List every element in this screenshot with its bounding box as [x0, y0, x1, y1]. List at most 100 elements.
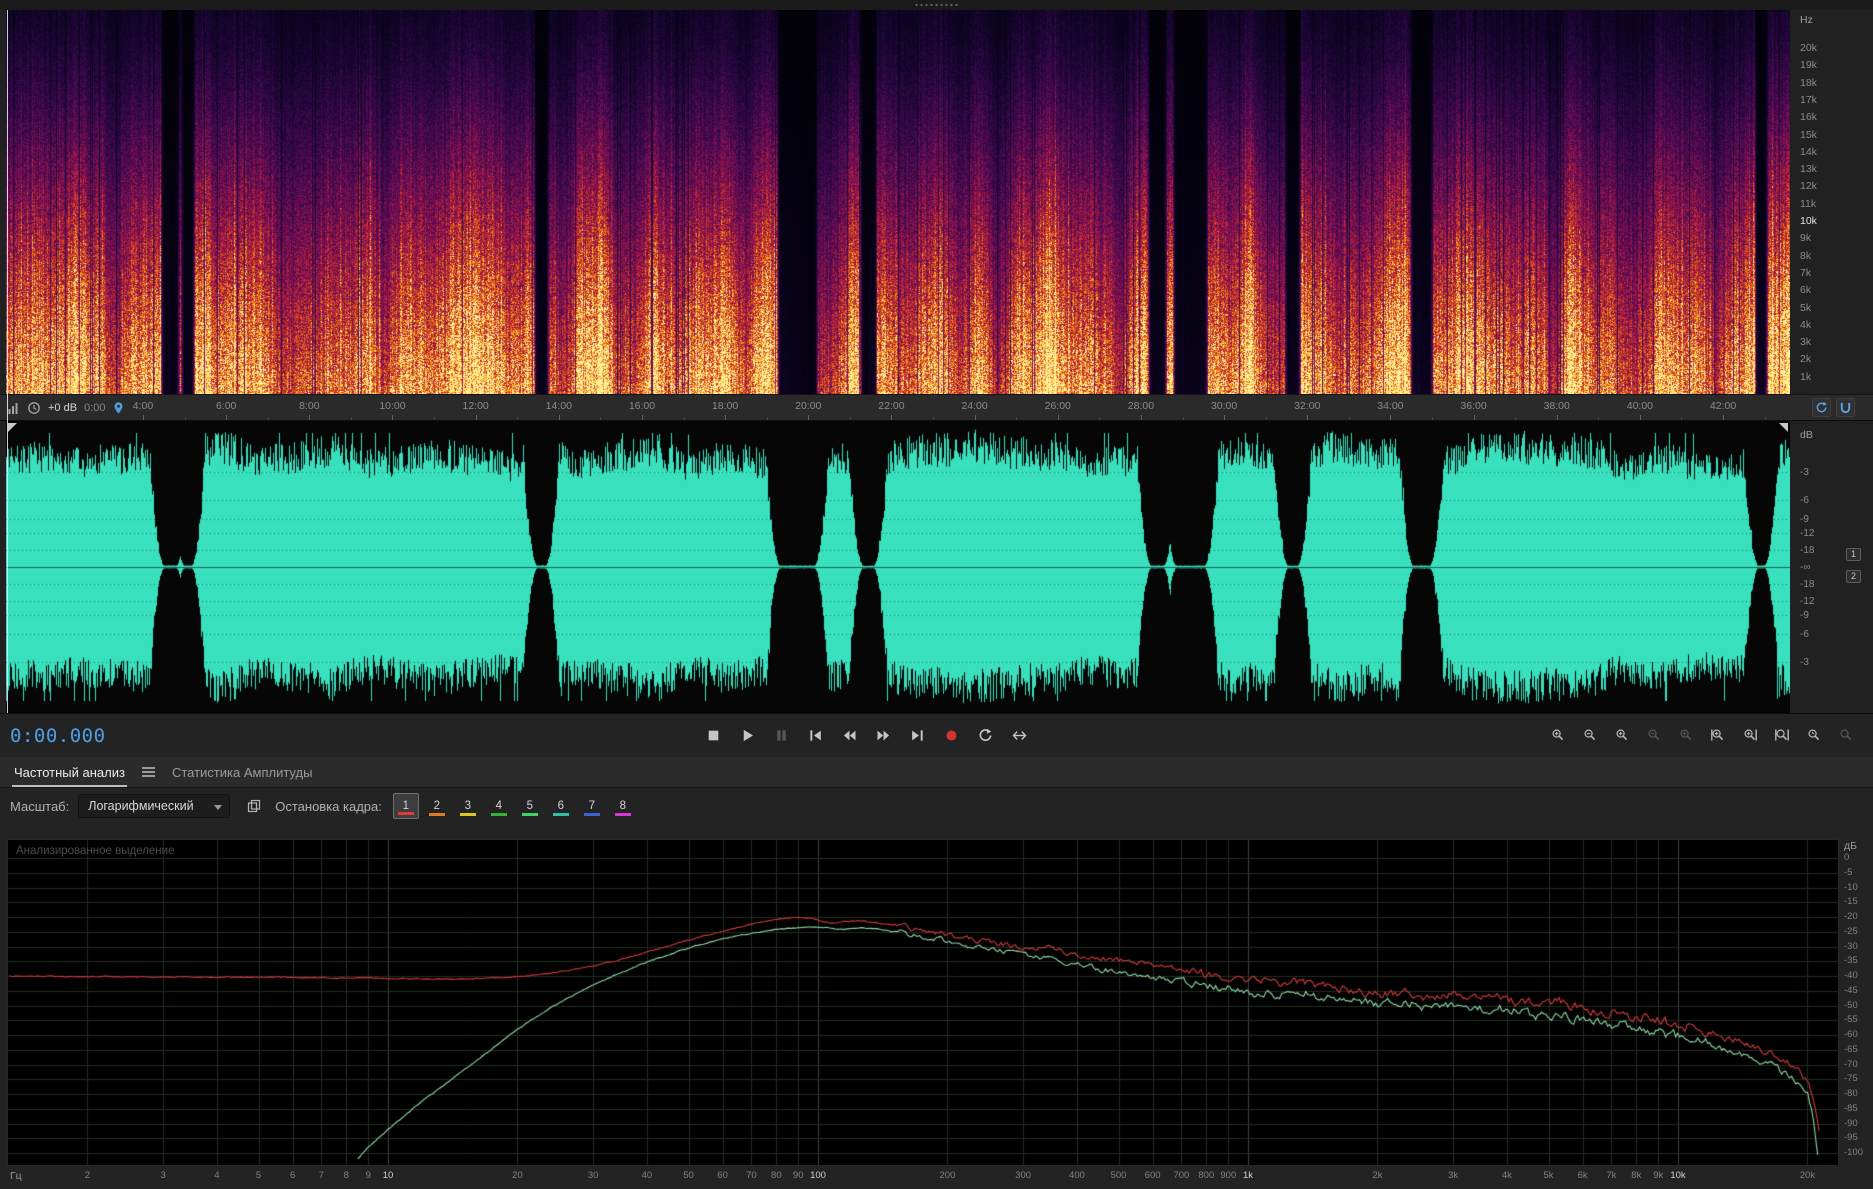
x-axis-tick: 30 — [587, 1170, 599, 1181]
record-button[interactable] — [938, 723, 965, 747]
loop-playback-icon — [979, 728, 992, 741]
x-axis-tick: 10k — [1670, 1170, 1686, 1181]
time-ruler-label: 22:00 — [878, 400, 905, 412]
drag-handle-icon[interactable] — [913, 3, 960, 7]
clock-icon[interactable] — [27, 401, 41, 415]
hold-color-bar — [521, 813, 538, 816]
tab-label: Частотный анализ — [14, 764, 125, 780]
hold-button-label: 5 — [526, 800, 534, 812]
zoom-out-button[interactable] — [1579, 725, 1601, 745]
loop-playback-button[interactable] — [972, 723, 999, 747]
zoom-out-icon — [1584, 729, 1596, 741]
x-axis-tick: 400 — [1068, 1170, 1085, 1181]
pin-icon[interactable] — [112, 401, 125, 415]
hold-color-bar — [583, 813, 600, 816]
y-axis-tick: -90 — [1844, 1117, 1858, 1129]
time-ruler-label: 20:00 — [795, 400, 822, 412]
transport-buttons — [700, 723, 1033, 747]
spectrogram-panel[interactable] — [6, 10, 1790, 394]
spectrogram-display[interactable] — [6, 10, 1790, 394]
channel-badge-1[interactable]: 1 — [1846, 548, 1861, 561]
rewind-button[interactable] — [836, 723, 863, 747]
hold-color-bar — [490, 813, 507, 816]
time-ruler-label: 26:00 — [1044, 400, 1071, 412]
zoom-duration-button[interactable] — [1803, 725, 1825, 745]
y-axis-tick: -20 — [1844, 911, 1858, 922]
zoom-in-amplitude-icon — [1680, 729, 1692, 741]
pause-button[interactable] — [768, 723, 795, 747]
ruler-minor-tick — [517, 417, 519, 420]
ruler-tick — [1140, 415, 1142, 420]
time-display[interactable]: 0:00.000 — [10, 725, 106, 747]
zoom-in-button[interactable] — [1547, 725, 1569, 745]
zoom-to-in-point-button[interactable] — [1707, 725, 1729, 745]
analyzed-selection-label: Анализированное выделение — [16, 845, 175, 857]
levels-icon[interactable] — [8, 401, 20, 415]
frequency-chart[interactable]: Анализированное выделение — [7, 839, 1839, 1166]
copy-graph-button[interactable] — [242, 795, 266, 817]
waveform-panel[interactable] — [6, 421, 1790, 713]
level-axis: дБ 0 -5 -10 -15 -20 -25 -30 -35 -40 -45 -50 -55 -60 -… — [1842, 840, 1873, 1176]
frame-hold-button-2[interactable]: 2 — [424, 793, 450, 819]
skip-to-end-button[interactable] — [904, 723, 931, 747]
vertical-zoom-button-1[interactable] — [1812, 398, 1831, 417]
channel-badge-2[interactable]: 2 — [1846, 570, 1861, 583]
skip-to-start-button[interactable] — [802, 723, 829, 747]
playhead[interactable] — [7, 10, 8, 713]
zoom-to-selection-button[interactable] — [1771, 725, 1793, 745]
panel-menu-icon[interactable] — [141, 767, 155, 777]
zoom-out-frequency-icon — [1648, 729, 1660, 741]
frame-hold-button-5[interactable]: 5 — [517, 793, 543, 819]
tab-amplitude-statistics[interactable]: Статистика Амплитуды — [168, 757, 316, 787]
time-ruler-label: 28:00 — [1127, 400, 1155, 412]
panel-drag-strip[interactable] — [0, 0, 1873, 10]
zoom-in-amplitude-button[interactable] — [1675, 725, 1697, 745]
hz-axis-title: Hz — [1800, 14, 1813, 26]
frame-hold-button-4[interactable]: 4 — [486, 793, 512, 819]
zoom-in-frequency-button[interactable] — [1611, 725, 1633, 745]
hold-button-label: 7 — [588, 800, 596, 812]
hold-button-label: 3 — [464, 800, 472, 812]
frame-hold-buttons: 1 2 3 4 5 6 7 8 — [392, 793, 636, 819]
frame-hold-button-1[interactable]: 1 — [392, 793, 419, 819]
tab-frequency-analysis[interactable]: Частотный анализ — [10, 757, 129, 787]
ruler-minor-tick — [1431, 417, 1433, 420]
x-axis-tick: 70 — [746, 1170, 757, 1181]
zoom-out-frequency-button[interactable] — [1643, 725, 1665, 745]
x-axis-tick: 80 — [771, 1170, 782, 1181]
waveform-display[interactable] — [6, 421, 1790, 713]
db-scale-label: -6 — [1800, 494, 1809, 506]
x-axis-tick: 700 — [1173, 1170, 1190, 1181]
timeline-ruler[interactable]: +0 dB 0:00 4:00 6:00 8:00 10:00 12:00 14:00 16… — [0, 394, 1873, 421]
x-axis-tick: 600 — [1144, 1170, 1161, 1181]
vertical-zoom-button-2[interactable] — [1836, 398, 1855, 417]
stop-icon — [708, 730, 719, 740]
ruler-minor-tick — [184, 417, 186, 420]
hold-color-bar — [397, 812, 414, 815]
channel-badges: 12 — [1846, 421, 1866, 713]
frame-hold-button-7[interactable]: 7 — [579, 793, 605, 819]
scale-select[interactable]: Логарифмический — [78, 794, 231, 818]
frame-hold-button-8[interactable]: 8 — [610, 793, 636, 819]
ruler-tick — [226, 415, 228, 420]
frame-hold-button-3[interactable]: 3 — [455, 793, 481, 819]
frequency-chart-canvas[interactable] — [8, 840, 1838, 1165]
y-axis-tick: -70 — [1844, 1058, 1858, 1070]
x-axis-tick: 5 — [255, 1170, 262, 1181]
fast-forward-button[interactable] — [870, 723, 897, 747]
hz-scale-label: 8k — [1800, 249, 1812, 262]
x-axis-tick: 100 — [810, 1170, 826, 1181]
zoom-to-out-point-button[interactable] — [1739, 725, 1761, 745]
time-ruler-label: 18:00 — [711, 400, 739, 412]
y-axis-tick: -75 — [1844, 1073, 1858, 1085]
stop-button[interactable] — [700, 723, 727, 747]
ruler-minor-tick — [1348, 417, 1350, 420]
y-axis-tick: -60 — [1844, 1029, 1858, 1040]
x-axis-tick: 6 — [289, 1170, 296, 1181]
zoom-reset-button[interactable] — [1835, 725, 1857, 745]
frame-hold-button-6[interactable]: 6 — [548, 793, 574, 819]
play-button[interactable] — [734, 723, 761, 747]
hz-scale-label: 10k — [1800, 215, 1817, 227]
db-axis-title: dB — [1800, 429, 1813, 441]
skip-selection-button[interactable] — [1006, 723, 1033, 747]
